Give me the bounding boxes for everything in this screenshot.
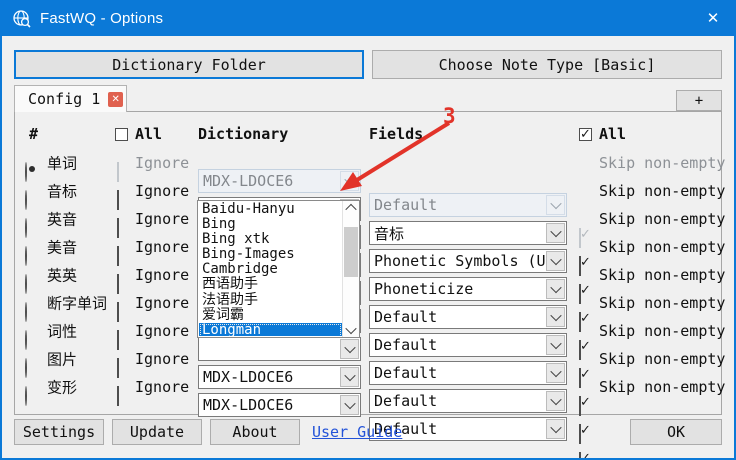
ignore-label: Ignore: [135, 350, 189, 368]
about-button[interactable]: About: [210, 419, 300, 445]
annotation-number: 3: [443, 104, 456, 128]
ignore-label: Ignore: [135, 238, 189, 256]
dictionary-folder-button[interactable]: Dictionary Folder: [14, 50, 364, 79]
settings-button[interactable]: Settings: [14, 419, 104, 445]
title-bar: FastWQ - Options ✕: [0, 0, 736, 36]
ignore-label: Ignore: [135, 266, 189, 284]
row-label: 英英: [47, 265, 77, 286]
skip-label: Skip non-empty: [599, 350, 725, 368]
dropdown-item[interactable]: Baidu-Hanyu: [199, 202, 342, 217]
dictionary-select[interactable]: MDX-LDOCE6: [198, 393, 361, 417]
table-row: 词性 Ignore Default Skip non-empty: [15, 317, 721, 345]
row-label: 单词: [47, 153, 77, 174]
dropdown-scrollbar[interactable]: [342, 201, 359, 337]
row-label: 音标: [47, 181, 77, 202]
tab-config-1[interactable]: Config 1 ✕: [14, 85, 127, 112]
dictionary-dropdown-list: Baidu-Hanyu Bing Bing xtk Bing-Images Ca…: [197, 200, 360, 338]
ignore-label: Ignore: [135, 154, 189, 172]
dropdown-item[interactable]: Cambridge: [199, 262, 342, 277]
dropdown-item[interactable]: Bing-Images: [199, 247, 342, 262]
window-title: FastWQ - Options: [40, 10, 163, 27]
all-ignore-checkbox[interactable]: [115, 128, 128, 141]
table-row: 断字单词 Ignore Default Skip non-empty: [15, 289, 721, 317]
dropdown-item[interactable]: 西语助手: [199, 277, 342, 292]
choose-note-type-button[interactable]: Choose Note Type [Basic]: [372, 50, 722, 79]
user-guide-link[interactable]: User Guide: [312, 423, 402, 441]
table-row: 单词 Ignore MDX-LDOCE6 Default Skip non-em…: [15, 149, 721, 177]
row-label: 变形: [47, 377, 77, 398]
row-label: 英音: [47, 209, 77, 230]
ignore-label: Ignore: [135, 294, 189, 312]
ignore-label: Ignore: [135, 378, 189, 396]
skip-label: Skip non-empty: [599, 210, 725, 228]
app-globe-icon: [12, 9, 31, 28]
table-row: 音标 Ignore Longman 音标 Skip non-empty: [15, 177, 721, 205]
ok-button[interactable]: OK: [630, 419, 722, 445]
dropdown-item[interactable]: 爱词霸: [199, 308, 342, 323]
column-header-dictionary: Dictionary: [198, 125, 288, 143]
fastwq-options-dialog: FastWQ - Options ✕ Dictionary Folder Cho…: [0, 0, 736, 460]
update-button[interactable]: Update: [112, 419, 202, 445]
all-skip-checkbox[interactable]: [579, 128, 592, 141]
table-row: 图片 Ignore MDX-LDOCE6 Default Skip non-em…: [15, 345, 721, 373]
dropdown-item[interactable]: 法语助手: [199, 293, 342, 308]
config-panel: # All Dictionary Fields All 单词 Ignore MD…: [14, 111, 722, 415]
scrollbar-thumb[interactable]: [344, 227, 358, 277]
ignore-label: Ignore: [135, 210, 189, 228]
skip-checkbox[interactable]: [579, 452, 581, 460]
skip-label: Skip non-empty: [599, 238, 725, 256]
skip-label: Skip non-empty: [599, 378, 725, 396]
column-header-all-right: All: [579, 125, 626, 143]
row-label: 美音: [47, 237, 77, 258]
ignore-label: Ignore: [135, 322, 189, 340]
skip-label: Skip non-empty: [599, 322, 725, 340]
dropdown-item[interactable]: Bing: [199, 217, 342, 232]
skip-label: Skip non-empty: [599, 294, 725, 312]
ignore-checkbox[interactable]: [117, 386, 119, 406]
table-row: 美音 Ignore Phoneticize Skip non-empty: [15, 233, 721, 261]
row-label: 图片: [47, 349, 77, 370]
column-header-all-left: All: [115, 125, 162, 143]
column-header-fields: Fields: [369, 125, 423, 143]
column-header-hash: #: [29, 125, 38, 143]
skip-label: Skip non-empty: [599, 154, 725, 172]
table-row: 英音 Ignore Phonetic Symbols (US) Skip non…: [15, 205, 721, 233]
chevron-down-icon: [340, 395, 359, 415]
scroll-up-icon[interactable]: [345, 204, 356, 215]
close-icon[interactable]: ✕: [690, 0, 736, 36]
dropdown-item[interactable]: Bing xtk: [199, 232, 342, 247]
scroll-down-icon[interactable]: [345, 323, 356, 334]
inflection-radio[interactable]: [25, 386, 27, 406]
skip-label: Skip non-empty: [599, 266, 725, 284]
ignore-label: Ignore: [135, 182, 189, 200]
table-row: 英英 Ignore Default Skip non-empty: [15, 261, 721, 289]
skip-label: Skip non-empty: [599, 182, 725, 200]
table-row: 变形 Ignore MDX-LDOCE6 Default Skip non-em…: [15, 373, 721, 401]
tab-label: Config 1: [28, 90, 100, 108]
row-label: 断字单词: [47, 293, 107, 314]
chevron-down-icon: [546, 419, 565, 439]
tab-close-icon[interactable]: ✕: [108, 92, 123, 107]
dropdown-item-selected[interactable]: Longman: [199, 323, 342, 336]
add-tab-button[interactable]: +: [676, 90, 722, 111]
row-label: 词性: [47, 321, 77, 342]
